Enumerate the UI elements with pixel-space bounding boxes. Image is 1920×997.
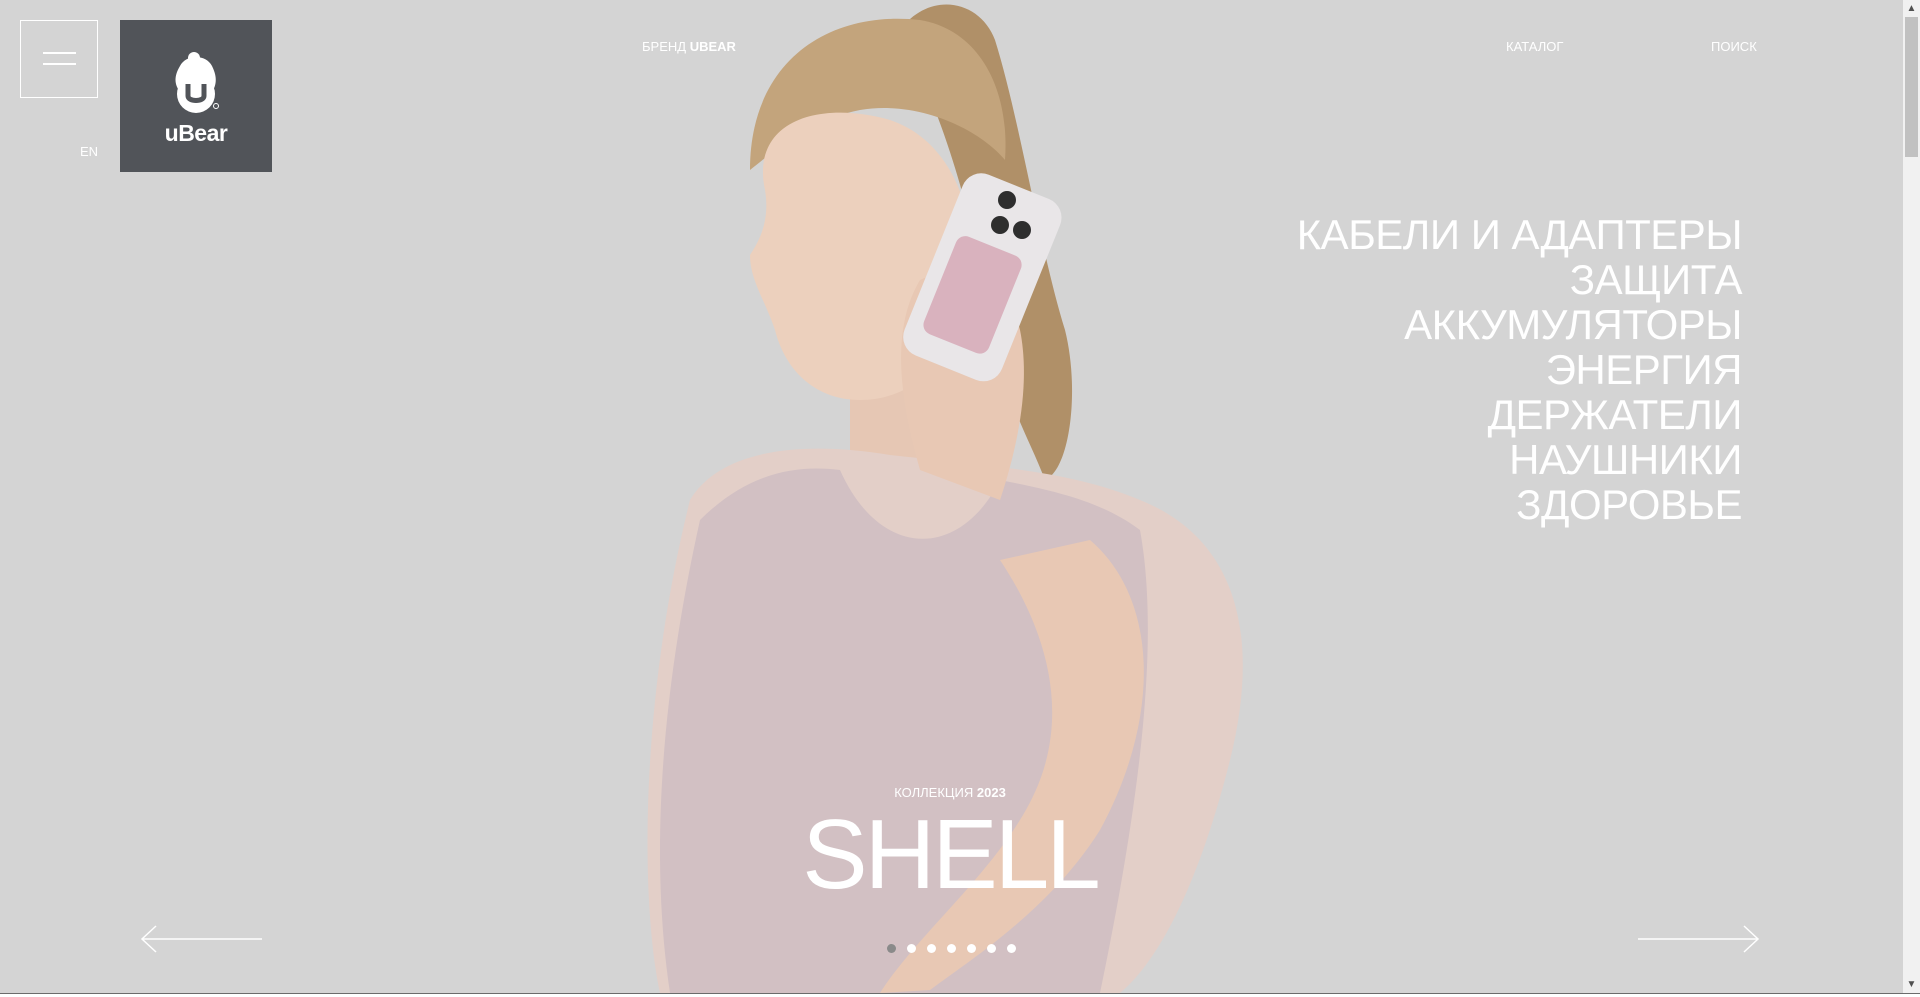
vertical-scrollbar[interactable]: ▲ ▼	[1903, 0, 1920, 993]
slider-dot[interactable]	[987, 944, 996, 953]
slider-dot[interactable]	[927, 944, 936, 953]
category-cables[interactable]: КАБЕЛИ И АДАПТЕРЫ	[1297, 212, 1743, 257]
language-switch[interactable]: EN	[80, 144, 98, 159]
page-bottom-border	[0, 993, 1920, 994]
scroll-thumb[interactable]	[1905, 17, 1918, 157]
category-holders[interactable]: ДЕРЖАТЕЛИ	[1297, 392, 1743, 437]
category-protection[interactable]: ЗАЩИТА	[1297, 257, 1743, 302]
menu-button[interactable]	[20, 20, 98, 98]
slide-title[interactable]: SHELL	[740, 798, 1160, 910]
slider-dot[interactable]	[887, 944, 896, 953]
search-link[interactable]: ПОИСК	[1711, 39, 1757, 54]
hamburger-icon	[43, 52, 76, 54]
logo-text: uBear	[164, 120, 228, 146]
slider-dot[interactable]	[967, 944, 976, 953]
category-batteries[interactable]: АККУМУЛЯТОРЫ	[1297, 302, 1742, 347]
category-health[interactable]: ЗДОРОВЬЕ	[1297, 482, 1742, 527]
scroll-down-icon[interactable]: ▼	[1903, 976, 1920, 993]
brand-link[interactable]: БРЕНД UBEAR	[642, 39, 736, 54]
logo[interactable]: uBear	[120, 20, 272, 172]
slider-dot[interactable]	[1007, 944, 1016, 953]
arrow-right-icon[interactable]	[1636, 924, 1760, 954]
category-menu: КАБЕЛИ И АДАПТЕРЫ ЗАЩИТА АККУМУЛЯТОРЫ ЭН…	[1297, 212, 1743, 527]
bear-logo-icon	[175, 52, 219, 113]
brand-link-name: UBEAR	[689, 39, 736, 54]
brand-link-prefix: БРЕНД	[642, 39, 687, 54]
slider-pagination	[887, 944, 1016, 954]
hero-slider: EN uBear БРЕНД UBEAR КАТАЛОГ ПОИСК КАБЕЛ…	[0, 0, 1903, 993]
category-energy[interactable]: ЭНЕРГИЯ	[1297, 347, 1743, 392]
scroll-up-icon[interactable]: ▲	[1903, 0, 1920, 17]
hamburger-icon-line	[43, 63, 76, 65]
category-headphones[interactable]: НАУШНИКИ	[1297, 437, 1742, 482]
arrow-left-icon[interactable]	[140, 924, 264, 954]
catalog-link[interactable]: КАТАЛОГ	[1506, 39, 1563, 54]
slider-dot[interactable]	[907, 944, 916, 953]
slider-dot[interactable]	[947, 944, 956, 953]
